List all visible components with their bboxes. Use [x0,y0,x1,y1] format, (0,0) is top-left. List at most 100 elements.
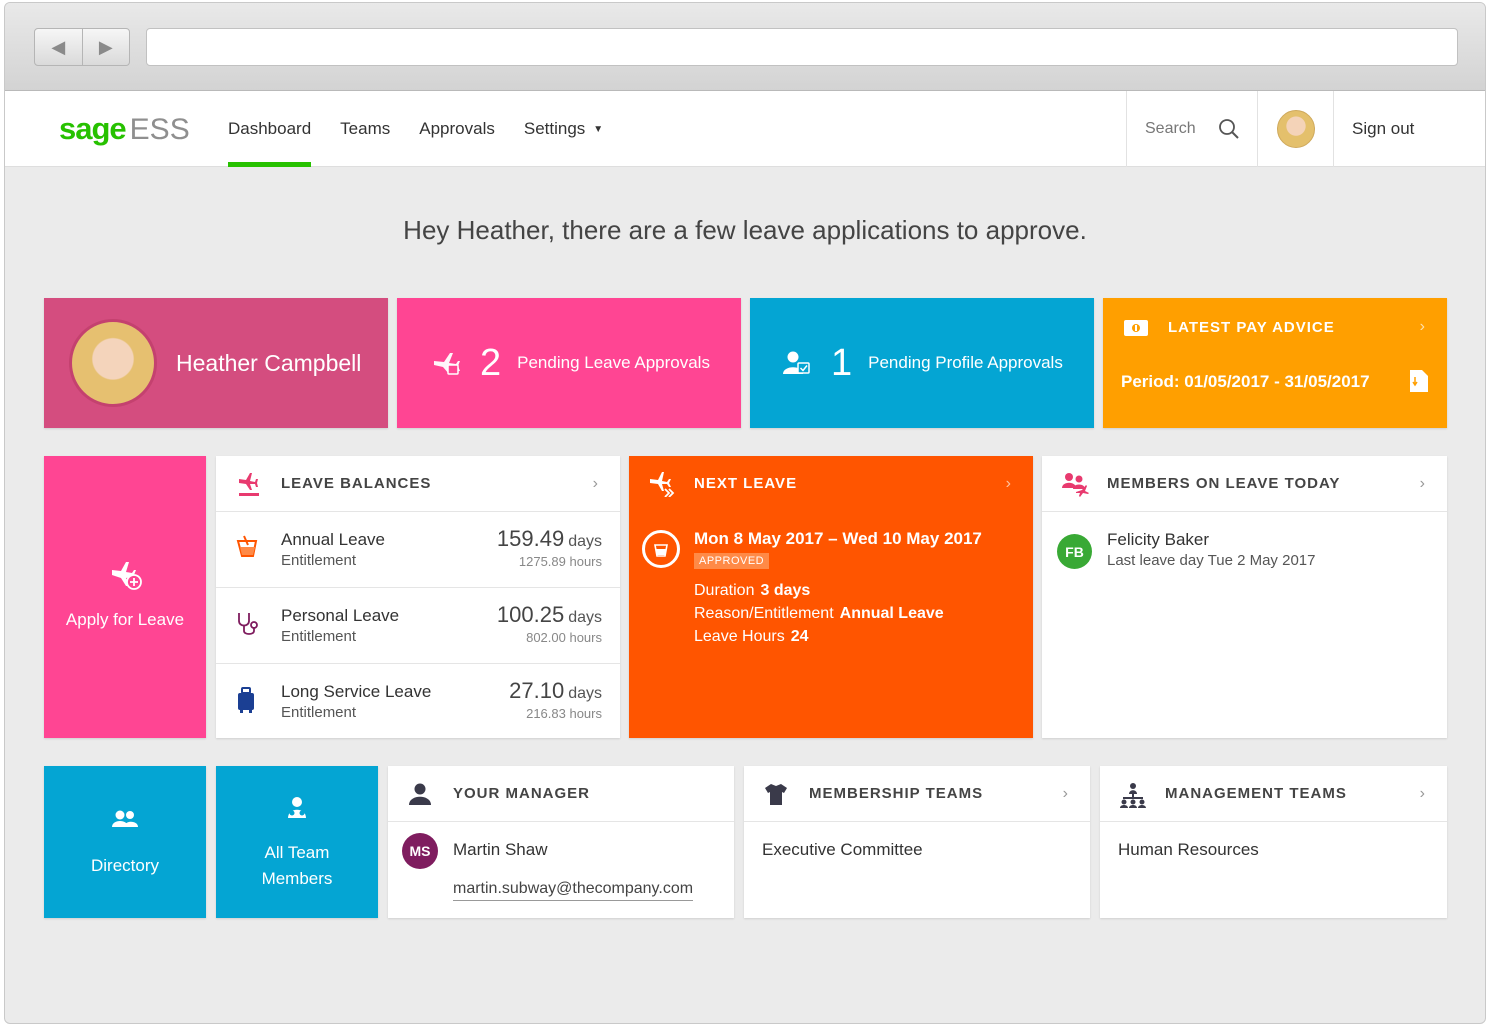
directory-label: Directory [90,856,159,875]
user-avatar-button[interactable] [1257,91,1333,167]
management-teams-header[interactable]: MANAGEMENT TEAMS › [1100,766,1447,822]
nav-approvals-label: Approvals [419,119,495,138]
hours-label: Leave Hours [694,628,785,645]
all-team-label-line1: All Team [264,843,330,862]
leave-type-name: Long Service Leave [281,682,432,701]
avatar: MS [402,833,438,869]
chevron-right-icon[interactable]: › [1063,785,1068,803]
apply-for-leave-label: Apply for Leave [65,610,185,629]
main-menu: Dashboard Teams Approvals Settings ▼ [228,91,632,167]
pending-leave-label: Pending Leave Approvals [517,353,710,372]
user-check-icon [781,350,813,376]
profile-name: Heather Campbell [176,350,362,376]
nav-approvals[interactable]: Approvals [419,91,495,167]
membership-team-item[interactable]: Executive Committee [762,840,923,860]
leave-balance-row[interactable]: Long Service Leave Entitlement 27.10 days… [216,665,620,740]
members-on-leave-card: MEMBERS ON LEAVE TODAY › FB Felicity Bak… [1042,456,1447,738]
leave-type-sub: Entitlement [281,704,357,721]
next-leave-title: NEXT LEAVE [694,475,798,492]
chevron-right-icon[interactable]: › [1420,318,1425,336]
avatar [1276,110,1315,148]
plane-check-icon [430,351,462,375]
address-bar[interactable] [146,28,1458,66]
leave-hours: 802.00 hours [526,630,602,645]
membership-teams-title: MEMBERSHIP TEAMS [809,785,984,802]
leave-hours: 1275.89 hours [518,554,602,569]
nav-settings-label: Settings [523,119,586,138]
sage-ess-logo[interactable]: sage ESS [59,111,190,147]
plane-add-icon [112,562,142,590]
beach-plane-icon [239,473,259,496]
management-teams-card: MANAGEMENT TEAMS › Human Resources [1100,766,1447,918]
directory-tile[interactable]: Directory [44,766,206,918]
leave-days: 27.10 days [509,678,602,704]
your-manager-card: YOUR MANAGER MS Martin Shaw martin.subwa… [388,766,734,918]
person-icon [409,783,431,805]
luggage-icon [238,687,254,713]
shirt-icon [765,784,787,805]
all-team-members-tile[interactable]: All Team Members [216,766,378,918]
apply-for-leave-tile[interactable]: Apply for Leave [44,456,206,738]
member-name[interactable]: Felicity Baker [1107,530,1209,550]
logo-sage: sage [59,111,127,146]
leave-balance-row[interactable]: Annual Leave Entitlement 159.49 days 1275… [216,513,620,588]
chevron-right-icon[interactable]: › [1006,475,1011,493]
leave-hours: 216.83 hours [526,706,602,721]
pending-profile-count: 1 [831,341,853,384]
people-plane-icon [1062,473,1089,497]
membership-teams-card: MEMBERSHIP TEAMS › Executive Committee [744,766,1090,918]
leave-balances-header[interactable]: LEAVE BALANCES › [216,456,620,512]
chevron-right-icon[interactable]: › [1420,785,1425,803]
back-arrow-icon[interactable]: ◀ [35,29,83,65]
top-navigation: sage ESS Dashboard Teams Approvals Setti… [5,91,1485,167]
hierarchy-icon [1120,783,1146,808]
hours-value: 24 [790,628,809,645]
members-on-leave-header[interactable]: MEMBERS ON LEAVE TODAY › [1042,456,1447,512]
leave-balances-title: LEAVE BALANCES [281,475,432,492]
nav-dashboard-label: Dashboard [228,119,312,138]
reason-label: Reason/Entitlement [694,605,834,622]
next-leave-card[interactable]: NEXT LEAVE › Mon 8 May 2017 – Wed 10 May… [629,456,1033,738]
people-icon [44,810,206,830]
pending-profile-label: Pending Profile Approvals [868,353,1063,372]
next-leave-hours: Leave Hours 24 [694,628,809,646]
pending-leave-content: 2 Pending Leave Approvals [430,298,710,428]
forward-arrow-icon[interactable]: ▶ [83,29,130,65]
membership-teams-header[interactable]: MEMBERSHIP TEAMS › [744,766,1090,822]
history-buttons: ◀ ▶ [34,28,130,66]
duration-value: 3 days [760,582,811,599]
manager-email-link[interactable]: martin.subway@thecompany.com [453,880,694,901]
reason-value: Annual Leave [839,605,944,622]
leave-balance-row[interactable]: Personal Leave Entitlement 100.25 days 80… [216,589,620,664]
members-on-leave-title: MEMBERS ON LEAVE TODAY [1107,475,1341,492]
manager-name[interactable]: Martin Shaw [453,840,547,860]
management-team-item[interactable]: Human Resources [1118,840,1259,860]
leave-days-value: 27.10 [509,678,565,703]
pending-profile-approvals-card[interactable]: 1 Pending Profile Approvals [750,298,1094,428]
search-icon [1218,119,1239,139]
chevron-right-icon[interactable]: › [1420,475,1425,493]
pending-leave-approvals-card[interactable]: 2 Pending Leave Approvals [397,298,741,428]
all-team-label-line2: Members [261,869,333,888]
chevron-right-icon[interactable]: › [593,475,598,493]
search-label: Search [1145,120,1196,137]
nav-teams-label: Teams [340,119,391,138]
pay-advice-period: Period: 01/05/2017 - 31/05/2017 [1121,372,1370,391]
status-badge: APPROVED [694,553,770,569]
latest-pay-advice-card[interactable]: LATEST PAY ADVICE › Period: 01/05/2017 -… [1103,298,1447,428]
sign-out-label: Sign out [1352,119,1415,138]
leave-days-value: 100.25 [496,602,565,627]
money-icon [1124,320,1148,336]
document-icon[interactable] [1410,370,1428,392]
nav-teams[interactable]: Teams [340,91,390,167]
nav-right: Search Sign out [1126,91,1485,167]
browser-toolbar: ◀ ▶ [5,3,1485,91]
cocktail-icon [236,535,258,557]
sign-out-link[interactable]: Sign out [1333,91,1485,167]
nav-dashboard[interactable]: Dashboard [228,91,312,167]
avatar: FB [1057,534,1092,569]
search-button[interactable]: Search [1126,91,1257,167]
profile-card[interactable]: Heather Campbell [44,298,388,428]
stethoscope-icon [238,613,258,635]
nav-settings[interactable]: Settings ▼ [524,91,603,167]
